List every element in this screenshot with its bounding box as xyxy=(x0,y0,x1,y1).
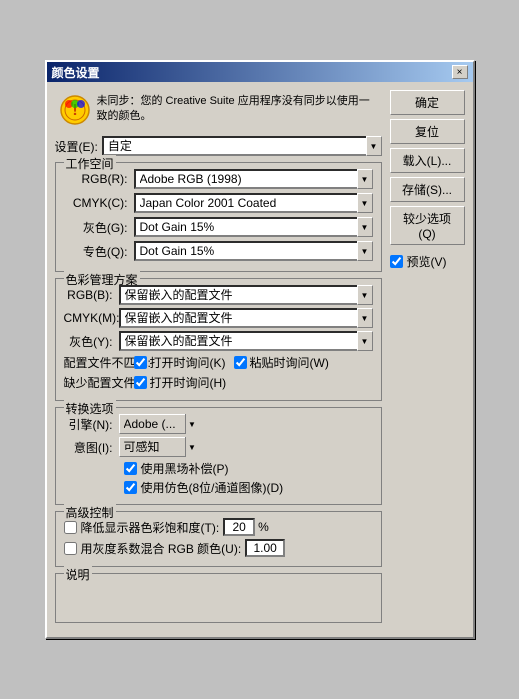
cmyk-select-wrapper: Japan Color 2001 Coated ▼ xyxy=(134,193,373,213)
intent-row: 意图(I): 可感知 ▼ xyxy=(64,437,373,457)
preview-checkbox[interactable] xyxy=(390,255,403,268)
missing-open-checkbox[interactable] xyxy=(134,376,147,389)
reset-button[interactable]: 复位 xyxy=(390,119,465,144)
blend-label: 用灰度系数混合 RGB 颜色(U): xyxy=(81,540,242,557)
load-button[interactable]: 载入(L)... xyxy=(390,148,465,173)
engine-select-wrapper: Adobe (... ▼ xyxy=(119,414,199,434)
main-content: ! 未同步：您的 Creative Suite 应用程序没有同步以使用一致的颜色… xyxy=(55,90,382,629)
rgb-row: RGB(R): Adobe RGB (1998) ▼ xyxy=(64,169,373,189)
engine-row: 引擎(N): Adobe (... ▼ xyxy=(64,414,373,434)
intent-select-wrapper: 可感知 ▼ xyxy=(119,437,199,457)
title-bar: 颜色设置 × xyxy=(47,62,473,82)
mgmt-cmyk-select[interactable]: 保留嵌入的配置文件 xyxy=(119,308,373,328)
mgmt-gray-row: 灰色(Y): 保留嵌入的配置文件 ▼ xyxy=(64,331,373,351)
settings-label: 设置(E): xyxy=(55,138,98,155)
mgmt-rgb-select[interactable]: 保留嵌入的配置文件 xyxy=(119,285,373,305)
color-mgmt-group: 色彩管理方案 RGB(B): 保留嵌入的配置文件 ▼ CMYK(M): 保留嵌 xyxy=(55,278,382,401)
mismatch-paste-text: 粘贴时询问(W) xyxy=(250,354,329,371)
mgmt-cmyk-select-wrapper: 保留嵌入的配置文件 ▼ xyxy=(119,308,373,328)
mismatch-open-label: 打开时询问(K) xyxy=(134,354,226,371)
blend-checkbox[interactable] xyxy=(64,542,77,555)
settings-select[interactable]: 自定 xyxy=(102,136,382,156)
missing-label: 缺少配置文件: xyxy=(64,374,134,391)
description-group: 说明 xyxy=(55,573,382,623)
percent-sign: % xyxy=(258,520,269,534)
reduce-saturation-input[interactable] xyxy=(223,518,255,536)
convert-group-label: 转换选项 xyxy=(64,400,116,417)
gray-select[interactable]: Dot Gain 15% xyxy=(134,217,373,237)
dialog-title: 颜色设置 xyxy=(52,64,100,81)
spot-select[interactable]: Dot Gain 15% xyxy=(134,241,373,261)
mgmt-gray-select[interactable]: 保留嵌入的配置文件 xyxy=(119,331,373,351)
warning-text: 未同步：您的 Creative Suite 应用程序没有同步以使用一致的颜色。 xyxy=(97,94,378,125)
fewer-options-button[interactable]: 较少选项(Q) xyxy=(390,206,465,245)
reduce-saturation-label: 降低显示器色彩饱和度(T): xyxy=(81,519,220,536)
settings-row: 设置(E): 自定 ▼ xyxy=(55,136,382,156)
gray-select-wrapper: Dot Gain 15% ▼ xyxy=(134,217,373,237)
missing-row: 缺少配置文件: 打开时询问(H) xyxy=(64,374,373,391)
missing-open-text: 打开时询问(H) xyxy=(150,374,227,391)
dither-row: 使用仿色(8位/通道图像)(D) xyxy=(64,479,373,496)
mismatch-paste-checkbox[interactable] xyxy=(234,356,247,369)
rgb-label: RGB(R): xyxy=(64,172,134,186)
dialog-body: ! 未同步：您的 Creative Suite 应用程序没有同步以使用一致的颜色… xyxy=(47,82,473,637)
warning-icon: ! xyxy=(59,94,91,126)
dither-checkbox[interactable] xyxy=(124,481,137,494)
workspace-group: 工作空间 RGB(R): Adobe RGB (1998) ▼ CMYK(C): xyxy=(55,162,382,272)
engine-label: 引擎(N): xyxy=(64,416,119,433)
close-button[interactable]: × xyxy=(452,65,468,79)
intent-select[interactable]: 可感知 xyxy=(119,437,199,457)
engine-select[interactable]: Adobe (... xyxy=(119,414,199,434)
mgmt-rgb-label: RGB(B): xyxy=(64,288,119,302)
black-point-label: 使用黑场补偿(P) xyxy=(141,460,229,477)
mismatch-row: 配置文件不匹配: 打开时询问(K) 粘贴时询问(W) xyxy=(64,354,373,371)
cmyk-label: CMYK(C): xyxy=(64,196,134,210)
ok-button[interactable]: 确定 xyxy=(390,90,465,115)
mgmt-rgb-select-wrapper: 保留嵌入的配置文件 ▼ xyxy=(119,285,373,305)
mismatch-open-text: 打开时询问(K) xyxy=(150,354,226,371)
gray-row: 灰色(G): Dot Gain 15% ▼ xyxy=(64,217,373,237)
mgmt-gray-select-wrapper: 保留嵌入的配置文件 ▼ xyxy=(119,331,373,351)
workspace-group-label: 工作空间 xyxy=(64,155,116,172)
cmyk-select[interactable]: Japan Color 2001 Coated xyxy=(134,193,373,213)
mgmt-cmyk-label: CMYK(M): xyxy=(64,311,119,325)
gray-label: 灰色(G): xyxy=(64,219,134,236)
missing-open-label: 打开时询问(H) xyxy=(134,374,227,391)
mgmt-rgb-row: RGB(B): 保留嵌入的配置文件 ▼ xyxy=(64,285,373,305)
convert-group: 转换选项 引擎(N): Adobe (... ▼ 意图(I): 可感知 xyxy=(55,407,382,505)
mgmt-gray-label: 灰色(Y): xyxy=(64,333,119,350)
description-group-label: 说明 xyxy=(64,566,92,583)
dither-label: 使用仿色(8位/通道图像)(D) xyxy=(141,479,284,496)
rgb-select-wrapper: Adobe RGB (1998) ▼ xyxy=(134,169,373,189)
side-buttons: 确定 复位 载入(L)... 存储(S)... 较少选项(Q) 预览(V) xyxy=(390,90,465,629)
cmyk-row: CMYK(C): Japan Color 2001 Coated ▼ xyxy=(64,193,373,213)
mismatch-paste-label: 粘贴时询问(W) xyxy=(234,354,329,371)
warning-area: ! 未同步：您的 Creative Suite 应用程序没有同步以使用一致的颜色… xyxy=(55,90,382,130)
save-button[interactable]: 存储(S)... xyxy=(390,177,465,202)
color-settings-dialog: 颜色设置 × ! 未同步：您的 Creative Suite 应用程序没有同步以… xyxy=(45,60,475,639)
preview-container: 预览(V) xyxy=(390,253,465,270)
advanced-group: 高级控制 降低显示器色彩饱和度(T): % 用灰度系数混合 RGB 颜色(U): xyxy=(55,511,382,567)
mgmt-cmyk-row: CMYK(M): 保留嵌入的配置文件 ▼ xyxy=(64,308,373,328)
settings-select-wrapper: 自定 ▼ xyxy=(102,136,382,156)
spot-label: 专色(Q): xyxy=(64,243,134,260)
mismatch-checkboxes: 打开时询问(K) 粘贴时询问(W) xyxy=(134,354,329,371)
spot-row: 专色(Q): Dot Gain 15% ▼ xyxy=(64,241,373,261)
spot-select-wrapper: Dot Gain 15% ▼ xyxy=(134,241,373,261)
black-point-checkbox[interactable] xyxy=(124,462,137,475)
advanced-group-label: 高级控制 xyxy=(64,504,116,521)
blend-value-input[interactable] xyxy=(245,539,285,557)
rgb-select[interactable]: Adobe RGB (1998) xyxy=(134,169,373,189)
mismatch-label: 配置文件不匹配: xyxy=(64,354,134,371)
mismatch-open-checkbox[interactable] xyxy=(134,356,147,369)
blend-row: 用灰度系数混合 RGB 颜色(U): xyxy=(64,539,373,557)
reduce-saturation-checkbox[interactable] xyxy=(64,521,77,534)
preview-label: 预览(V) xyxy=(407,253,447,270)
black-point-row: 使用黑场补偿(P) xyxy=(64,460,373,477)
intent-label: 意图(I): xyxy=(64,439,119,456)
